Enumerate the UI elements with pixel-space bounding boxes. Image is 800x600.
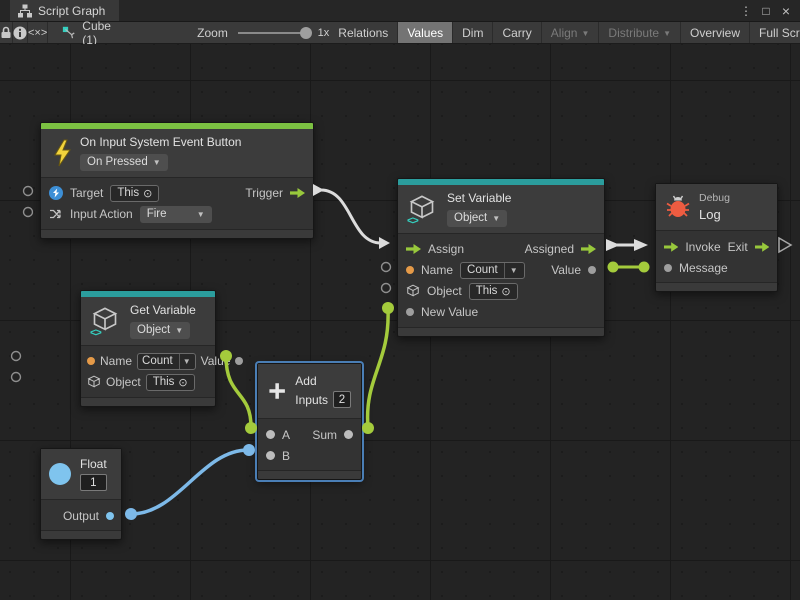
wire-endpoint (639, 262, 650, 273)
sum-port[interactable] (344, 430, 353, 439)
target-port-label: Target (70, 186, 103, 200)
object-port-label: Object (427, 284, 462, 298)
object-field[interactable]: This ⊙ (146, 374, 195, 391)
input-b-port[interactable] (266, 451, 275, 460)
chevron-down-icon: ▼ (492, 214, 500, 223)
plus-icon (268, 378, 286, 404)
variable-name-dropdown[interactable]: Count ▼ (460, 262, 525, 279)
input-a-label: A (282, 428, 290, 442)
node-get-variable[interactable]: <> Get Variable Object ▼ Name Count ▼ (80, 290, 216, 407)
inputs-count-field[interactable]: 2 (333, 391, 351, 408)
input-action-dropdown[interactable]: Fire ▼ (140, 206, 212, 223)
assigned-port-label: Assigned (525, 242, 574, 256)
assigned-flow-port[interactable] (581, 244, 596, 254)
node-debug-log[interactable]: Debug Log Invoke Exit Message (655, 183, 778, 292)
wire-endpoint (245, 422, 257, 434)
wire-endpoint (608, 262, 619, 273)
wire-endpoint (125, 508, 137, 520)
input-system-icon (49, 186, 63, 200)
float-value-field[interactable]: 1 (80, 474, 107, 491)
node-title: Float (80, 457, 107, 471)
message-port[interactable] (664, 264, 672, 272)
assign-port-label: Assign (428, 242, 464, 256)
lightning-bolt-icon (51, 139, 71, 167)
wire-endpoint (220, 350, 232, 362)
chevron-down-icon: ▼ (510, 266, 518, 275)
object-picker-icon: ⊙ (178, 376, 187, 389)
message-port-label: Message (679, 261, 728, 275)
chevron-down-icon: ▼ (183, 357, 191, 366)
object-picker-icon: ⊙ (501, 285, 510, 298)
trigger-port-label: Trigger (245, 186, 283, 200)
float-type-icon (49, 463, 71, 485)
cube-icon (87, 375, 101, 389)
exit-port-label: Exit (728, 240, 748, 254)
bug-icon (666, 195, 690, 219)
node-add[interactable]: Add Inputs 2 A Sum B (257, 363, 362, 480)
node-set-variable[interactable]: <> Set Variable Object ▼ Assign Assigned (397, 178, 605, 337)
object-field[interactable]: This ⊙ (469, 283, 518, 300)
chevron-down-icon: ▼ (153, 158, 161, 167)
input-b-label: B (282, 449, 290, 463)
name-port[interactable] (406, 266, 414, 274)
variable-name-dropdown[interactable]: Count ▼ (137, 353, 196, 370)
input-action-port-label: Input Action (70, 207, 133, 221)
inputs-label: Inputs (295, 393, 328, 407)
input-a-port[interactable] (266, 430, 275, 439)
set-variable-icon: <> (408, 194, 438, 224)
new-value-port[interactable] (406, 308, 414, 316)
node-footer (41, 530, 121, 539)
node-footer (41, 229, 313, 238)
value-port[interactable] (235, 357, 243, 365)
node-title: On Input System Event Button (80, 135, 241, 149)
name-port-label: Name (421, 263, 453, 277)
new-value-port-label: New Value (421, 305, 478, 319)
input-action-icon (49, 208, 63, 220)
target-object-field[interactable]: This ⊙ (110, 185, 159, 202)
name-port[interactable] (87, 357, 95, 365)
variable-kind-dropdown[interactable]: Object ▼ (447, 210, 507, 227)
chevron-down-icon: ▼ (175, 326, 183, 335)
node-footer (81, 397, 215, 406)
wire-endpoint (382, 302, 394, 314)
node-title: Add (295, 374, 351, 388)
cube-icon (406, 284, 420, 298)
output-port[interactable] (106, 512, 114, 520)
exit-flow-port[interactable] (755, 242, 769, 252)
node-title: Get Variable (130, 303, 196, 317)
wire-endpoint (362, 422, 374, 434)
variable-kind-dropdown[interactable]: Object ▼ (130, 322, 190, 339)
node-title: Set Variable (447, 191, 511, 205)
node-category: Debug (699, 192, 730, 204)
name-port-label: Name (100, 354, 132, 368)
invoke-flow-port[interactable] (664, 242, 678, 252)
object-port-label: Object (106, 375, 141, 389)
chevron-down-icon: ▼ (197, 210, 205, 219)
trigger-flow-port[interactable] (290, 188, 305, 198)
node-footer (258, 470, 361, 479)
sum-port-label: Sum (312, 428, 337, 442)
object-picker-icon: ⊙ (143, 187, 152, 200)
node-on-input-system-event-button[interactable]: On Input System Event Button On Pressed … (40, 122, 314, 239)
event-type-dropdown[interactable]: On Pressed ▼ (80, 154, 168, 171)
value-port[interactable] (588, 266, 596, 274)
output-port-label: Output (63, 509, 99, 523)
get-variable-icon: <> (91, 306, 121, 336)
invoke-port-label: Invoke (685, 240, 720, 254)
node-footer (398, 327, 604, 336)
wire-endpoint (243, 444, 255, 456)
node-footer (656, 282, 777, 291)
assign-flow-port[interactable] (406, 244, 421, 254)
value-port-label: Value (551, 263, 581, 277)
node-float-literal[interactable]: Float 1 Output (40, 448, 122, 540)
node-title: Log (699, 207, 730, 222)
